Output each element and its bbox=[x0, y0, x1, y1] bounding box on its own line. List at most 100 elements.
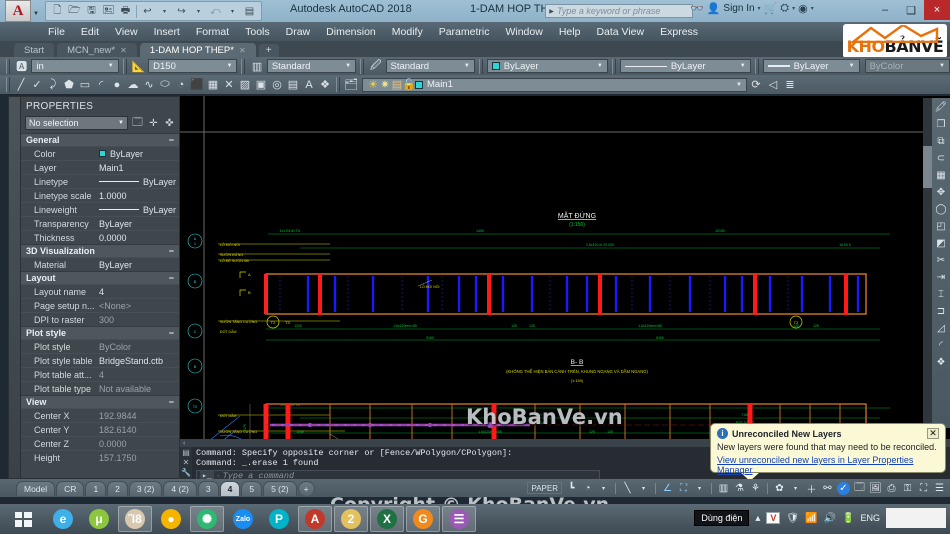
workspace-icon[interactable]: ✿ bbox=[773, 482, 786, 495]
property-value[interactable]: ByLayer bbox=[99, 219, 179, 229]
stretch-icon[interactable]: ◩ bbox=[934, 236, 949, 250]
collapse-icon[interactable]: − bbox=[169, 273, 174, 283]
table-icon[interactable]: ▤ bbox=[285, 77, 301, 93]
explode-icon[interactable]: ❖ bbox=[934, 355, 949, 369]
unikey-tray-icon[interactable]: V bbox=[766, 512, 780, 524]
taskbar-winrar[interactable]: ☰ bbox=[442, 506, 476, 532]
network-tray-icon[interactable]: 📶 bbox=[805, 513, 817, 524]
layout-tab-3[interactable]: 3 bbox=[198, 481, 219, 496]
layout-tab-4[interactable]: 4 bbox=[220, 481, 241, 496]
open-icon[interactable]: 🗁 bbox=[67, 3, 82, 19]
hardware-accel-icon[interactable]: ✓ bbox=[837, 482, 850, 495]
taskbar-gpdf[interactable]: G bbox=[406, 506, 440, 532]
layout-tab-1[interactable]: 1 bbox=[85, 481, 106, 496]
isolate-objects-icon[interactable]: ⚯ bbox=[821, 482, 834, 495]
layout-tab-Model[interactable]: Model bbox=[16, 481, 55, 496]
property-value[interactable]: Main1 bbox=[99, 163, 179, 173]
command-history-icon[interactable]: ▤ bbox=[182, 448, 190, 457]
paper-model-toggle[interactable]: PAPER bbox=[527, 482, 562, 494]
autodesk-app-store-icon[interactable]: 🛒 bbox=[764, 2, 778, 15]
layer-previous-icon[interactable]: ◁ bbox=[765, 77, 781, 93]
multileader-style-combo[interactable]: Standard ▼ bbox=[386, 59, 475, 73]
property-row[interactable]: Page setup n... <None> bbox=[21, 298, 179, 312]
annotation-scale-icon[interactable]: ⚘ bbox=[749, 482, 762, 495]
application-menu-caret-icon[interactable]: ▼ bbox=[33, 11, 39, 17]
menu-item-view[interactable]: View bbox=[107, 26, 146, 38]
draw-toolbar-grip[interactable] bbox=[6, 77, 10, 92]
property-value[interactable]: 1.0000 bbox=[99, 191, 179, 201]
ortho-icon[interactable]: ╲ bbox=[621, 482, 634, 495]
property-row[interactable]: Lineweight ByLayer bbox=[21, 202, 179, 216]
construction-line-icon[interactable]: ✓ bbox=[29, 77, 45, 93]
copy-icon[interactable]: ❒ bbox=[934, 117, 949, 131]
quick-select-icon[interactable]: 🗔 bbox=[131, 117, 144, 130]
property-value[interactable]: ByLayer bbox=[99, 260, 179, 270]
linetype-combo[interactable]: ByLayer ▼ bbox=[620, 59, 751, 73]
region-icon[interactable]: ◎ bbox=[269, 77, 285, 93]
property-row[interactable]: Height 157.1750 bbox=[21, 450, 179, 464]
property-row[interactable]: Material ByLayer bbox=[21, 257, 179, 271]
fullscreen-icon[interactable]: ⛶ bbox=[917, 482, 930, 495]
multiline-text-icon[interactable]: A bbox=[301, 77, 317, 93]
toolbar-grip-6[interactable] bbox=[612, 59, 616, 74]
property-value[interactable]: 4 bbox=[99, 287, 179, 297]
dimension-style-icon[interactable]: 📐 bbox=[131, 58, 146, 74]
start-button[interactable] bbox=[3, 506, 43, 532]
rectangle-icon[interactable]: ▭ bbox=[77, 77, 93, 93]
help-dropdown-icon[interactable]: ▾ bbox=[811, 5, 814, 12]
join-icon[interactable]: ⊐ bbox=[934, 304, 949, 318]
units-icon[interactable]: ⎙ bbox=[885, 482, 898, 495]
trim-icon[interactable]: ✂ bbox=[934, 253, 949, 267]
polyline-icon[interactable]: ⤸ bbox=[45, 77, 61, 93]
text-style-combo[interactable]: in ▼ bbox=[31, 59, 118, 73]
application-menu-button[interactable]: A bbox=[5, 0, 31, 22]
viewport-lock-icon[interactable]: ┗ bbox=[565, 482, 578, 495]
arc-icon[interactable]: ◜ bbox=[93, 77, 109, 93]
angle-snap-icon[interactable]: ∠ bbox=[661, 482, 674, 495]
layout-tab-2[interactable]: 2 bbox=[107, 481, 128, 496]
menu-item-parametric[interactable]: Parametric bbox=[431, 26, 498, 38]
qat-extra-icon[interactable]: ⤺ bbox=[208, 3, 223, 19]
toolbar-grip-5[interactable] bbox=[479, 59, 483, 74]
property-row[interactable]: Transparency ByLayer bbox=[21, 216, 179, 230]
layout-tab-5[interactable]: 5 bbox=[241, 481, 262, 496]
dimension-style-combo[interactable]: D150 ▼ bbox=[148, 59, 237, 73]
layout-tab-3__2_[interactable]: 3 (2) bbox=[129, 481, 162, 496]
new-tab-button[interactable]: + bbox=[259, 44, 279, 57]
saveas-icon[interactable]: 🖭 bbox=[101, 3, 116, 19]
scale-icon[interactable]: ◰ bbox=[934, 219, 949, 233]
property-value[interactable]: 300 bbox=[99, 315, 179, 325]
property-row[interactable]: Thickness 0.0000 bbox=[21, 230, 179, 244]
property-row[interactable]: Layer Main1 bbox=[21, 160, 179, 174]
file-tab-0[interactable]: Start bbox=[14, 43, 54, 57]
object-color-combo[interactable]: ByLayer ▼ bbox=[487, 59, 608, 73]
close-icon[interactable]: ✕ bbox=[239, 46, 246, 55]
make-object-layer-current-icon[interactable]: ⟳ bbox=[748, 77, 764, 93]
language-indicator[interactable]: ENG bbox=[860, 513, 880, 523]
close-command-icon[interactable]: ✕ bbox=[183, 458, 190, 467]
property-group-3d-visualization[interactable]: 3D Visualization − bbox=[21, 244, 179, 257]
property-row[interactable]: Color ByLayer bbox=[21, 146, 179, 160]
extend-icon[interactable]: ⇥ bbox=[934, 270, 949, 284]
menu-item-draw[interactable]: Draw bbox=[278, 26, 319, 38]
revision-cloud-icon[interactable]: ☁ bbox=[125, 77, 141, 93]
menu-item-data-view[interactable]: Data View bbox=[588, 26, 652, 38]
ortho-dropdown-icon[interactable]: ▾ bbox=[637, 482, 650, 495]
security-icon[interactable]: ⚿ bbox=[901, 482, 914, 495]
property-value[interactable]: 182.6140 bbox=[99, 425, 179, 435]
selection-combo[interactable]: No selection ▼ bbox=[25, 116, 128, 130]
maximize-button[interactable]: ❑ bbox=[898, 0, 924, 20]
mirror-icon[interactable]: ⧉ bbox=[934, 134, 949, 148]
sign-in-button[interactable]: Sign In bbox=[723, 3, 754, 14]
menu-item-express[interactable]: Express bbox=[652, 26, 706, 38]
property-group-general[interactable]: General − bbox=[21, 133, 179, 146]
table-style-combo[interactable]: Standard ▼ bbox=[267, 59, 356, 73]
layout-tab-5__2_[interactable]: 5 (2) bbox=[263, 481, 296, 496]
taskbar-utorrent[interactable]: μ bbox=[82, 506, 116, 532]
layer-toolbar-grip[interactable] bbox=[336, 77, 340, 92]
sign-in-dropdown-icon[interactable]: ▾ bbox=[758, 5, 761, 12]
property-row[interactable]: Linetype ByLayer bbox=[21, 174, 179, 188]
toolbar-grip-7[interactable] bbox=[755, 59, 759, 74]
offset-icon[interactable]: ⊂ bbox=[934, 151, 949, 165]
menu-item-help[interactable]: Help bbox=[551, 26, 589, 38]
